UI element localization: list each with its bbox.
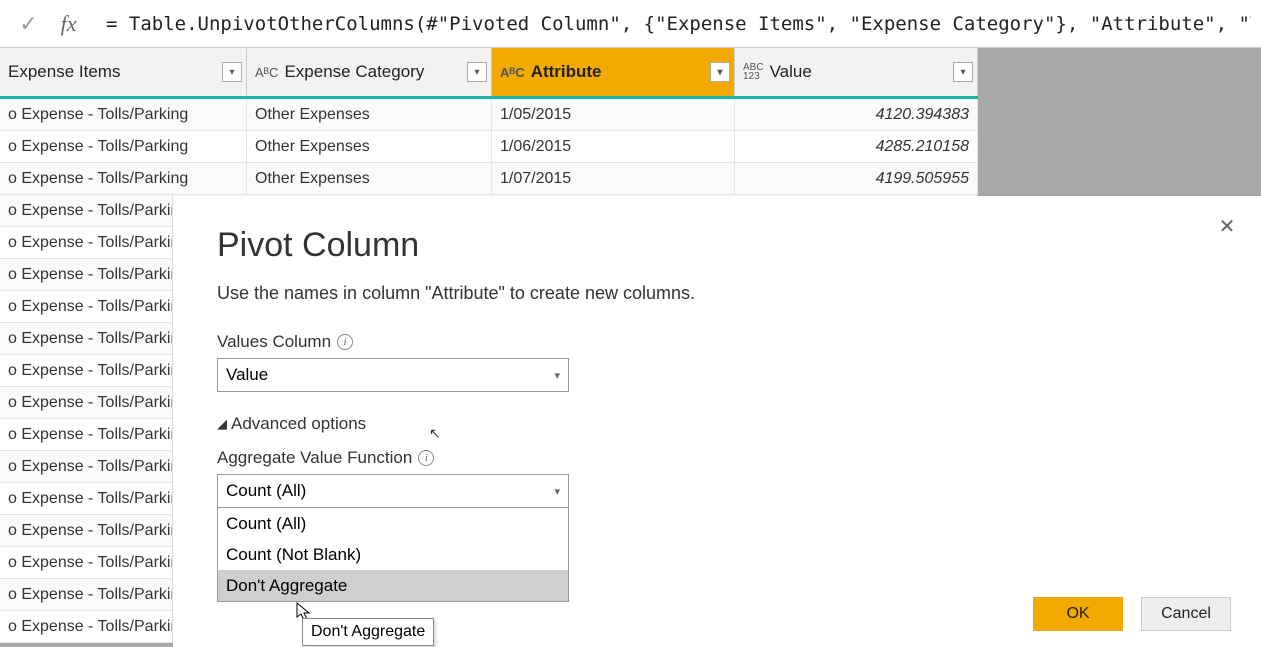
- pivot-column-dialog: ✕ Pivot Column Use the names in column "…: [173, 196, 1261, 647]
- cell[interactable]: o Expense - Tolls/Parkin: [0, 419, 173, 451]
- cell[interactable]: 4285.210158: [735, 131, 978, 163]
- values-column-label: Values Column i: [217, 332, 1217, 352]
- column-header-value[interactable]: ABC 123 Value ▾: [735, 48, 978, 96]
- table-row[interactable]: o Expense - Tolls/Parkin: [0, 579, 173, 611]
- cancel-button[interactable]: Cancel: [1141, 597, 1231, 631]
- cell[interactable]: o Expense - Tolls/Parkin: [0, 387, 173, 419]
- table-row[interactable]: o Expense - Tolls/Parkin: [0, 291, 173, 323]
- select-value: Value: [226, 365, 268, 385]
- table-row[interactable]: o Expense - Tolls/Parkin: [0, 515, 173, 547]
- option-dont-aggregate[interactable]: Don't Aggregate: [218, 570, 568, 601]
- dialog-buttons: OK Cancel: [1033, 597, 1231, 631]
- type-text-icon: AᴮC: [500, 65, 525, 80]
- filter-dropdown-icon[interactable]: ▾: [710, 62, 730, 82]
- table-row[interactable]: o Expense - Tolls/Parkin: [0, 227, 173, 259]
- filter-dropdown-icon[interactable]: ▾: [467, 62, 487, 82]
- table-row[interactable]: o Expense - Tolls/Parkin: [0, 451, 173, 483]
- table-row[interactable]: o Expense - Tolls/ParkingOther Expenses1…: [0, 99, 978, 131]
- advanced-options-toggle[interactable]: ◢ Advanced options: [217, 414, 1217, 434]
- select-value: Count (All): [226, 481, 306, 501]
- cell[interactable]: 4120.394383: [735, 99, 978, 131]
- option-count-all[interactable]: Count (All): [218, 508, 568, 539]
- cell[interactable]: Other Expenses: [247, 163, 492, 195]
- advanced-label: Advanced options: [231, 414, 366, 434]
- table-row[interactable]: o Expense - Tolls/Parkin: [0, 611, 173, 643]
- aggregate-function-dropdown: Count (All) Count (Not Blank) Don't Aggr…: [217, 508, 569, 602]
- formula-controls: ✓ fx: [0, 11, 96, 37]
- column-header-expense-category[interactable]: AᴮC Expense Category ▾: [247, 48, 492, 96]
- chevron-down-icon: ▾: [554, 369, 560, 382]
- cursor-icon: ↖: [429, 425, 441, 442]
- cell[interactable]: o Expense - Tolls/Parkin: [0, 291, 173, 323]
- option-count-not-blank[interactable]: Count (Not Blank): [218, 539, 568, 570]
- cell[interactable]: 4199.505955: [735, 163, 978, 195]
- caret-down-icon: ◢: [217, 416, 227, 432]
- info-icon[interactable]: i: [337, 334, 353, 350]
- dialog-title: Pivot Column: [217, 226, 1217, 265]
- close-icon[interactable]: ✕: [1215, 214, 1239, 238]
- table-row[interactable]: o Expense - Tolls/Parkin: [0, 387, 173, 419]
- cell[interactable]: Other Expenses: [247, 99, 492, 131]
- cell[interactable]: o Expense - Tolls/Parkin: [0, 227, 173, 259]
- cell[interactable]: o Expense - Tolls/Parkin: [0, 355, 173, 387]
- table-header: Expense Items ▾ AᴮC Expense Category ▾ A…: [0, 48, 978, 99]
- table-row[interactable]: o Expense - Tolls/Parkin: [0, 419, 173, 451]
- column-label: Expense Category: [284, 62, 424, 82]
- table-row[interactable]: o Expense - Tolls/ParkingOther Expenses1…: [0, 163, 978, 195]
- ok-button[interactable]: OK: [1033, 597, 1123, 631]
- column-label: Attribute: [531, 62, 602, 82]
- column-label: Expense Items: [8, 62, 120, 82]
- cell[interactable]: o Expense - Tolls/Parkin: [0, 483, 173, 515]
- cell[interactable]: o Expense - Tolls/Parkin: [0, 195, 173, 227]
- table-row[interactable]: o Expense - Tolls/ParkingOther Expenses1…: [0, 131, 978, 163]
- table-body: o Expense - Tolls/ParkingOther Expenses1…: [0, 99, 978, 195]
- info-icon[interactable]: i: [418, 450, 434, 466]
- cell[interactable]: o Expense - Tolls/Parking: [0, 163, 247, 195]
- cell[interactable]: 1/05/2015: [492, 99, 735, 131]
- table-row[interactable]: o Expense - Tolls/Parkin: [0, 195, 173, 227]
- table-row[interactable]: o Expense - Tolls/Parkin: [0, 547, 173, 579]
- cell[interactable]: o Expense - Tolls/Parking: [0, 131, 247, 163]
- type-text-icon: AᴮC: [255, 65, 278, 80]
- table-row[interactable]: o Expense - Tolls/Parkin: [0, 355, 173, 387]
- type-any-icon: ABC 123: [743, 63, 764, 81]
- cell[interactable]: o Expense - Tolls/Parkin: [0, 547, 173, 579]
- cell[interactable]: o Expense - Tolls/Parkin: [0, 451, 173, 483]
- cell[interactable]: Other Expenses: [247, 131, 492, 163]
- formula-bar: ✓ fx: [0, 0, 1261, 48]
- formula-input[interactable]: [96, 0, 1261, 47]
- table-row[interactable]: o Expense - Tolls/Parkin: [0, 259, 173, 291]
- filter-dropdown-icon[interactable]: ▾: [953, 62, 973, 82]
- tooltip: Don't Aggregate: [302, 618, 434, 646]
- column-header-expense-items[interactable]: Expense Items ▾: [0, 48, 247, 96]
- aggregate-function-label: Aggregate Value Function i: [217, 448, 1217, 468]
- cell[interactable]: o Expense - Tolls/Parkin: [0, 259, 173, 291]
- column-header-attribute[interactable]: AᴮC Attribute ▾: [492, 48, 735, 96]
- cell[interactable]: o Expense - Tolls/Parking: [0, 99, 247, 131]
- table-row[interactable]: o Expense - Tolls/Parkin: [0, 483, 173, 515]
- chevron-down-icon: ▾: [554, 485, 560, 498]
- label-text: Values Column: [217, 332, 331, 352]
- dialog-description: Use the names in column "Attribute" to c…: [217, 283, 1217, 304]
- cell[interactable]: o Expense - Tolls/Parkin: [0, 323, 173, 355]
- values-column-select[interactable]: Value ▾: [217, 358, 569, 392]
- cell[interactable]: o Expense - Tolls/Parkin: [0, 611, 173, 643]
- accept-icon[interactable]: ✓: [19, 11, 37, 37]
- cell[interactable]: o Expense - Tolls/Parkin: [0, 579, 173, 611]
- table-row[interactable]: o Expense - Tolls/Parkin: [0, 323, 173, 355]
- fx-icon[interactable]: fx: [61, 11, 77, 37]
- aggregate-function-select[interactable]: Count (All) ▾: [217, 474, 569, 508]
- cell[interactable]: 1/06/2015: [492, 131, 735, 163]
- cell[interactable]: 1/07/2015: [492, 163, 735, 195]
- column-label: Value: [770, 62, 812, 82]
- cell[interactable]: o Expense - Tolls/Parkin: [0, 515, 173, 547]
- filter-dropdown-icon[interactable]: ▾: [222, 62, 242, 82]
- label-text: Aggregate Value Function: [217, 448, 412, 468]
